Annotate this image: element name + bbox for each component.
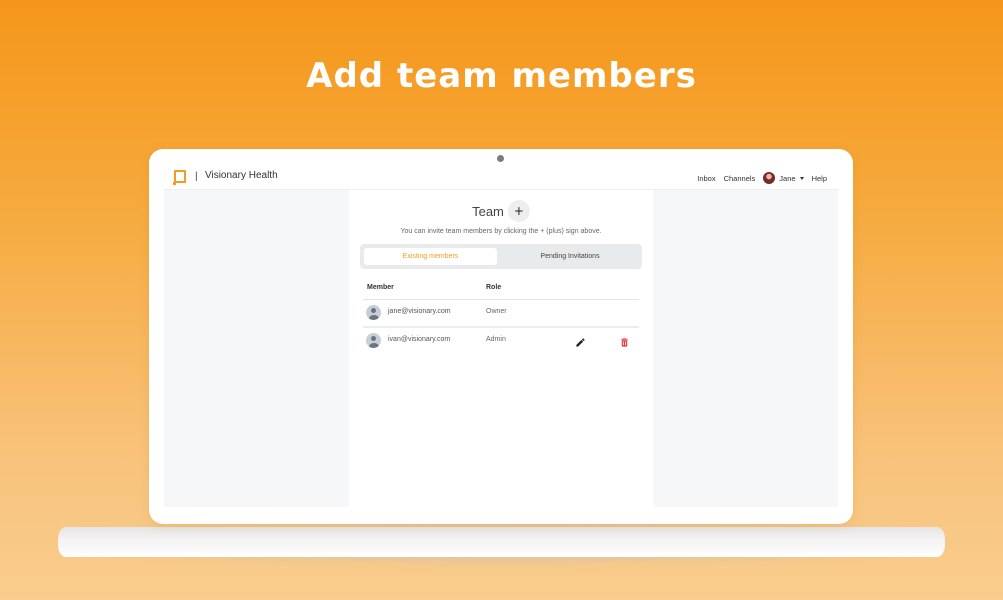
team-title: Team xyxy=(472,203,504,219)
user-menu[interactable]: Jane xyxy=(763,172,804,184)
headline: Add team members xyxy=(306,56,697,96)
person-icon xyxy=(366,305,381,320)
column-header-role: Role xyxy=(486,284,502,291)
chevron-down-icon xyxy=(799,176,804,180)
laptop-base xyxy=(58,527,945,557)
member-tabs: Existing members Pending Invitations xyxy=(360,244,642,269)
brand-name[interactable]: Visionary Health xyxy=(205,170,278,181)
top-navbar: | Visionary Health Inbox Channels Jane H… xyxy=(164,163,838,190)
nav-links: Inbox Channels Jane Help xyxy=(697,172,827,184)
member-role: Admin xyxy=(486,336,506,343)
team-header: Team + xyxy=(349,200,653,222)
laptop-frame: | Visionary Health Inbox Channels Jane H… xyxy=(149,149,853,524)
invite-hint: You can invite team members by clicking … xyxy=(400,228,602,235)
nav-inbox[interactable]: Inbox xyxy=(697,174,715,183)
logo-icon[interactable] xyxy=(173,170,186,185)
app-screen: | Visionary Health Inbox Channels Jane H… xyxy=(164,163,838,507)
nav-help[interactable]: Help xyxy=(812,174,827,183)
plus-icon: + xyxy=(513,204,524,218)
trash-icon[interactable] xyxy=(619,335,630,347)
tab-pending-invitations[interactable]: Pending Invitations xyxy=(502,248,638,265)
table-row: ivan@visionary.com Admin xyxy=(363,328,639,354)
team-panel: Team + You can invite team members by cl… xyxy=(349,190,653,507)
user-name: Jane xyxy=(779,173,796,183)
member-email: jane@visionary.com xyxy=(388,308,451,315)
column-header-member: Member xyxy=(367,284,394,291)
edit-pencil-icon[interactable] xyxy=(575,335,586,347)
brand-separator: | xyxy=(195,171,198,182)
person-icon xyxy=(366,333,381,348)
add-member-button[interactable]: + xyxy=(507,200,530,222)
member-role: Owner xyxy=(486,308,507,315)
table-row: jane@visionary.com Owner xyxy=(363,300,639,326)
camera-icon xyxy=(497,155,504,162)
right-panel xyxy=(653,190,838,507)
member-email: ivan@visionary.com xyxy=(388,336,451,343)
left-panel xyxy=(164,190,349,507)
tab-existing-members[interactable]: Existing members xyxy=(364,248,497,265)
nav-channels[interactable]: Channels xyxy=(724,174,756,183)
user-avatar xyxy=(763,172,776,184)
